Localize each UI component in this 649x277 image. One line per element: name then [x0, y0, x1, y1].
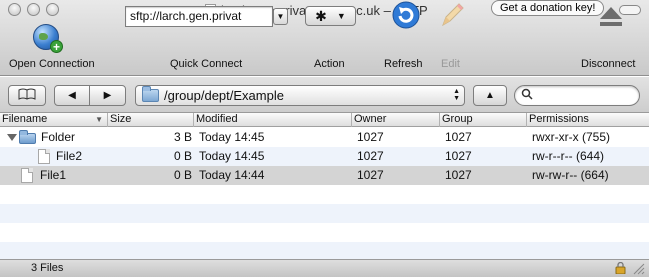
action-item: Action: [305, 24, 365, 74]
row-owner: 1027: [357, 168, 384, 182]
file-browser-table: Filename ▼ Size Modified Owner Group Per…: [0, 113, 649, 259]
book-icon: [18, 88, 36, 103]
disclosure-triangle-icon[interactable]: [7, 134, 17, 141]
sort-descending-icon: ▼: [95, 115, 103, 124]
header-filename[interactable]: Filename ▼: [0, 113, 108, 127]
bookmarks-button[interactable]: [8, 85, 46, 106]
row-modified: Today 14:45: [199, 130, 265, 144]
refresh-label: Refresh: [384, 58, 423, 70]
table-row[interactable]: Folder 3 B Today 14:45 1027 1027 rwxr-xr…: [0, 128, 649, 147]
empty-row: [0, 223, 649, 242]
empty-row: [0, 185, 649, 204]
row-size: 3 B: [173, 130, 192, 144]
folder-icon: [142, 86, 159, 102]
row-filename: File1: [40, 168, 67, 182]
row-modified: Today 14:44: [199, 168, 265, 182]
row-permissions: rw-r--r-- (644): [532, 149, 604, 163]
chevron-down-icon[interactable]: ▼: [273, 8, 288, 25]
forward-button[interactable]: ▶: [89, 85, 126, 106]
current-path: /group/dept/Example: [164, 88, 284, 103]
close-window-button[interactable]: [8, 3, 21, 16]
disconnect-label: Disconnect: [581, 58, 636, 70]
empty-row: [0, 242, 649, 259]
row-filename: Folder: [41, 130, 76, 144]
back-arrow-icon: ◀: [68, 90, 76, 101]
quick-connect-item: Quick Connect: [160, 24, 270, 74]
back-button[interactable]: ◀: [54, 85, 90, 106]
row-owner: 1027: [357, 149, 384, 163]
row-group: 1027: [445, 168, 472, 182]
status-text: 3 Files: [31, 262, 64, 274]
gear-icon: ✱: [315, 8, 327, 24]
search-field[interactable]: [514, 85, 640, 106]
resize-handle-icon[interactable]: [632, 263, 645, 275]
row-size: 0 B: [173, 168, 192, 182]
updown-arrows-icon: ▲ ▼: [453, 88, 460, 102]
header-size[interactable]: Size: [108, 113, 194, 127]
table-row[interactable]: File2 0 B Today 14:45 1027 1027 rw-r--r-…: [0, 147, 649, 166]
table-row[interactable]: File1 0 B Today 14:44 1027 1027 rw-rw-r-…: [0, 166, 649, 185]
action-menu-button[interactable]: ✱ ▼: [305, 6, 356, 26]
open-connection-button[interactable]: + Open Connection: [0, 24, 100, 74]
search-icon: [521, 88, 533, 103]
window-toolbar: larch.gen.private.cam.ac.uk – SFTP Get a…: [0, 0, 649, 76]
window-controls: [8, 3, 59, 16]
row-owner: 1027: [357, 130, 384, 144]
header-owner[interactable]: Owner: [352, 113, 440, 127]
action-label: Action: [314, 58, 345, 70]
table-header: Filename ▼ Size Modified Owner Group Per…: [0, 113, 649, 127]
refresh-button[interactable]: Refresh: [380, 24, 430, 74]
path-selector[interactable]: /group/dept/Example ▲ ▼: [135, 85, 465, 106]
sftp-browser-window: larch.gen.private.cam.ac.uk – SFTP Get a…: [0, 0, 649, 277]
disconnect-button[interactable]: Disconnect: [575, 24, 649, 74]
status-bar: 3 Files: [0, 259, 649, 277]
chevron-down-icon: ▼: [336, 11, 346, 21]
globe-add-icon: +: [33, 24, 63, 54]
navigation-bar: ◀ ▶ /group/dept/Example ▲ ▼ ▲: [0, 77, 649, 113]
file-icon: [21, 168, 33, 183]
row-size: 0 B: [173, 149, 192, 163]
donation-key-button[interactable]: Get a donation key!: [491, 0, 605, 16]
file-icon: [38, 149, 50, 164]
row-permissions: rwxr-xr-x (755): [532, 130, 610, 144]
header-permissions[interactable]: Permissions: [527, 113, 649, 127]
folder-icon: [19, 130, 36, 144]
row-group: 1027: [445, 130, 472, 144]
open-connection-label: Open Connection: [9, 58, 95, 70]
edit-label: Edit: [441, 58, 460, 70]
header-modified[interactable]: Modified: [194, 113, 352, 127]
row-modified: Today 14:45: [199, 149, 265, 163]
zoom-window-button[interactable]: [46, 3, 59, 16]
empty-row: [0, 204, 649, 223]
quick-connect-label: Quick Connect: [170, 58, 243, 70]
header-group[interactable]: Group: [440, 113, 527, 127]
minimize-window-button[interactable]: [27, 3, 40, 16]
up-arrow-icon: ▲: [485, 90, 495, 101]
row-group: 1027: [445, 149, 472, 163]
forward-arrow-icon: ▶: [103, 90, 112, 101]
parent-directory-button[interactable]: ▲: [473, 85, 507, 106]
row-filename: File2: [56, 149, 83, 163]
row-permissions: rw-rw-r-- (664): [532, 168, 609, 182]
edit-button[interactable]: Edit: [433, 24, 473, 74]
lock-icon[interactable]: [615, 261, 626, 275]
